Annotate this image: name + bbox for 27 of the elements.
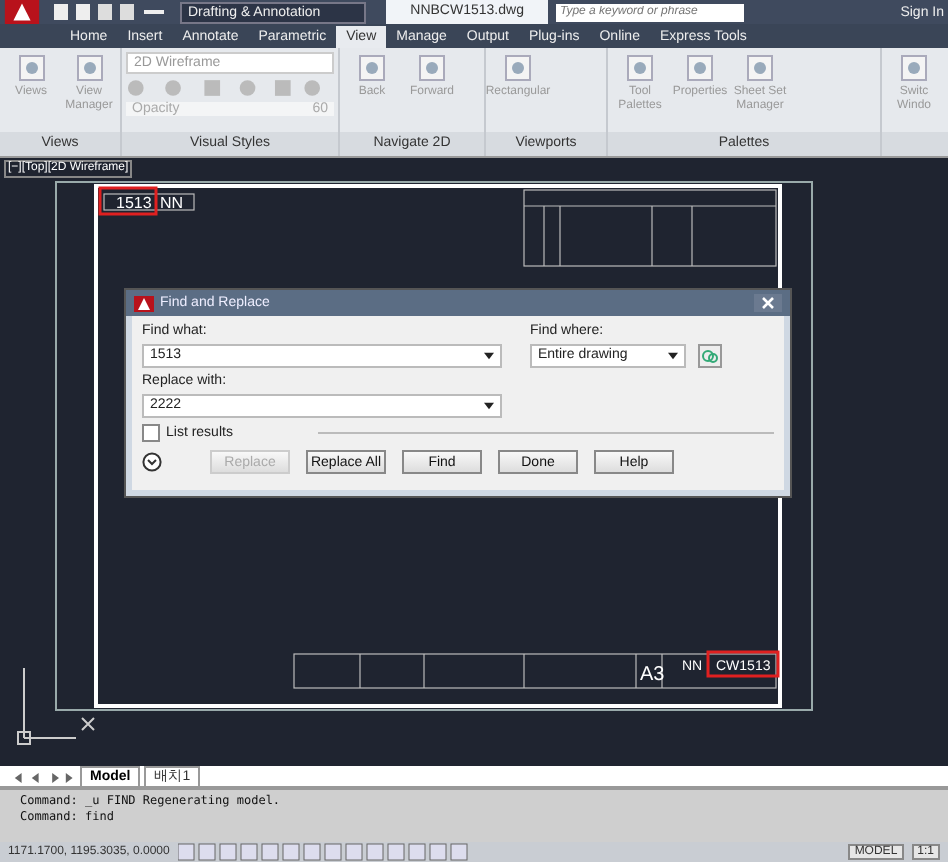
drawing-text: A3 [640,664,665,686]
highlight-box [706,650,780,678]
drawing-text: 1513 [116,194,152,212]
tool-icon [502,52,534,84]
expand-icon[interactable] [142,452,162,472]
select-objects-icon[interactable] [698,344,722,368]
ucs-icon [17,667,95,745]
list-results-checkbox[interactable] [142,424,160,442]
style-tools-icon [126,78,322,98]
app-logo-icon[interactable] [0,0,44,24]
tool-icon [624,52,656,84]
tool-icon [684,52,716,84]
tool-icon [416,52,448,84]
label-frame [103,193,195,211]
panel-label-bar [882,132,948,156]
tool-icon [744,52,776,84]
dropdown-arrow-icon[interactable] [484,352,494,360]
dropdown-arrow-icon[interactable] [668,352,678,360]
drawing-text: NN [160,194,184,212]
close-icon[interactable] [754,294,782,312]
tool-icon [356,52,388,84]
tool-icon [15,52,47,84]
highlight-box [98,186,158,216]
app-logo-icon [134,295,154,311]
dropdown-arrow-icon[interactable] [484,402,494,410]
tool-icon [898,52,930,84]
tool-icon [73,52,105,84]
